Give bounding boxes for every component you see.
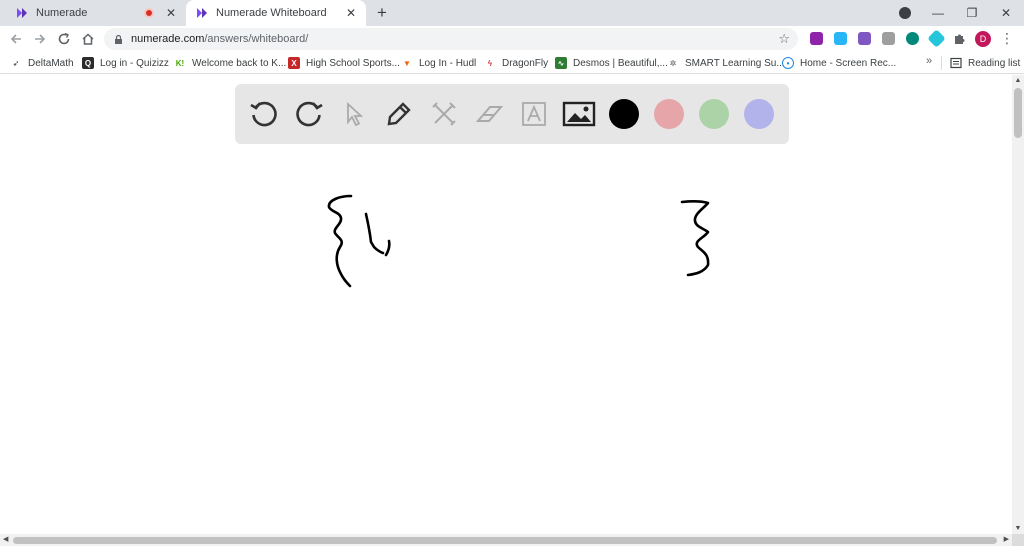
reading-list-label: Reading list bbox=[968, 57, 1021, 69]
handwritten-comma bbox=[384, 239, 391, 257]
horizontal-scroll-thumb[interactable] bbox=[13, 537, 997, 544]
recording-icon bbox=[144, 8, 154, 18]
bookmark-item[interactable]: ∿ Desmos | Beautiful,... bbox=[555, 55, 668, 71]
divider bbox=[941, 56, 942, 70]
forward-button[interactable] bbox=[30, 29, 50, 49]
scroll-up-arrow-icon[interactable]: ▲ bbox=[1012, 77, 1024, 84]
extension-icon[interactable] bbox=[927, 29, 946, 48]
restore-button[interactable]: ❐ bbox=[960, 0, 984, 26]
bookmark-label: High School Sports... bbox=[306, 57, 400, 69]
extension-icon[interactable] bbox=[882, 32, 895, 45]
bookmark-label: SMART Learning Su... bbox=[685, 57, 785, 69]
home-button[interactable] bbox=[78, 29, 98, 49]
browser-menu-icon[interactable]: ⋮ bbox=[1000, 30, 1014, 47]
quizizz-icon: Q bbox=[82, 57, 94, 69]
tab-search-button[interactable] bbox=[896, 0, 914, 26]
url-domain: numerade.com bbox=[131, 33, 205, 45]
handwritten-brace-right bbox=[680, 200, 710, 277]
profile-avatar[interactable]: D bbox=[975, 31, 991, 47]
tab-strip: Numerade ✕ Numerade Whiteboard ✕ + — ❐ ✕ bbox=[0, 0, 1024, 26]
lock-icon bbox=[115, 34, 122, 44]
address-bar[interactable]: numerade.com/answers/whiteboard/ ☆ bbox=[104, 28, 798, 50]
tab-title: Numerade bbox=[36, 7, 88, 19]
bookmark-star-icon[interactable]: ☆ bbox=[778, 31, 790, 47]
browser-toolbar: numerade.com/answers/whiteboard/ ☆ D ⋮ bbox=[0, 26, 1024, 52]
numerade-logo-icon bbox=[197, 8, 207, 18]
tab-title: Numerade Whiteboard bbox=[216, 7, 327, 19]
bookmark-label: Log In - Hudl bbox=[419, 57, 477, 69]
reading-list-icon bbox=[950, 57, 962, 69]
extension-icon[interactable] bbox=[858, 32, 871, 45]
reload-icon bbox=[58, 32, 70, 45]
highschool-sports-icon: X bbox=[288, 57, 300, 69]
url-path: /answers/whiteboard/ bbox=[204, 33, 309, 45]
close-window-button[interactable]: ✕ bbox=[994, 0, 1018, 26]
bookmark-label: DeltaMath bbox=[28, 57, 74, 69]
bookmark-label: Desmos | Beautiful,... bbox=[573, 57, 668, 69]
extension-icon[interactable] bbox=[810, 32, 823, 45]
bookmark-item[interactable]: ▼ Log In - Hudl bbox=[401, 55, 476, 71]
handwritten-stroke-one bbox=[364, 212, 385, 255]
bookmark-label: DragonFly bbox=[502, 57, 549, 69]
handwriting-strokes bbox=[327, 194, 710, 288]
handwritten-brace-left bbox=[327, 194, 353, 288]
whiteboard-canvas[interactable] bbox=[0, 75, 1012, 534]
hudl-icon: ▼ bbox=[403, 58, 411, 68]
deltamath-icon: ➶ bbox=[12, 58, 20, 68]
smart-icon: ✲ bbox=[669, 58, 677, 68]
bookmark-label: Welcome back to K... bbox=[192, 57, 287, 69]
numerade-logo-icon bbox=[17, 8, 27, 18]
tab-close-icon[interactable]: ✕ bbox=[164, 6, 178, 20]
extension-icon[interactable] bbox=[906, 32, 919, 45]
vertical-scroll-thumb[interactable] bbox=[1014, 88, 1022, 138]
tab-search-icon bbox=[899, 7, 911, 19]
tab-numerade[interactable]: Numerade ✕ bbox=[8, 0, 186, 26]
bookmark-item[interactable]: ✲ SMART Learning Su... bbox=[667, 55, 785, 71]
bookmark-item[interactable]: ➶ DeltaMath bbox=[10, 55, 74, 71]
home-icon bbox=[82, 33, 94, 45]
screen-rec-icon: • bbox=[782, 57, 794, 69]
desmos-icon: ∿ bbox=[555, 57, 567, 69]
kahoot-icon: K! bbox=[175, 58, 185, 68]
new-tab-button[interactable]: + bbox=[372, 3, 392, 23]
bookmarks-bar: ➶ DeltaMath Q Log in - Quizizz K! Welcome b… bbox=[0, 52, 1024, 74]
vertical-scrollbar[interactable]: ▲ ▼ bbox=[1012, 75, 1024, 534]
dragonfly-icon: ϟ bbox=[487, 58, 493, 68]
tab-numerade-whiteboard[interactable]: Numerade Whiteboard ✕ bbox=[186, 0, 366, 26]
scroll-down-arrow-icon[interactable]: ▼ bbox=[1012, 525, 1024, 532]
bookmark-item[interactable]: K! Welcome back to K... bbox=[174, 55, 287, 71]
bookmark-label: Home - Screen Rec... bbox=[800, 57, 897, 69]
bookmark-label: Log in - Quizizz bbox=[100, 57, 169, 69]
back-button[interactable] bbox=[6, 29, 26, 49]
scroll-right-arrow-icon[interactable]: ▶ bbox=[1004, 535, 1009, 543]
bookmarks-overflow-button[interactable]: » bbox=[926, 55, 932, 67]
extensions-puzzle-icon[interactable] bbox=[953, 32, 966, 45]
reload-button[interactable] bbox=[54, 29, 74, 49]
bookmark-item[interactable]: Q Log in - Quizizz bbox=[82, 55, 169, 71]
tab-close-icon[interactable]: ✕ bbox=[344, 6, 358, 20]
scrollbar-corner bbox=[1012, 534, 1024, 546]
bookmark-item[interactable]: • Home - Screen Rec... bbox=[782, 55, 896, 71]
scroll-left-arrow-icon[interactable]: ◀ bbox=[3, 535, 8, 543]
extension-icon[interactable] bbox=[834, 32, 847, 45]
bookmark-item[interactable]: X High School Sports... bbox=[288, 55, 400, 71]
forward-arrow-icon bbox=[35, 34, 46, 44]
back-arrow-icon bbox=[10, 34, 21, 44]
horizontal-scrollbar[interactable]: ◀ ▶ bbox=[0, 534, 1012, 546]
reading-list-button[interactable]: Reading list bbox=[950, 55, 1020, 71]
minimize-button[interactable]: — bbox=[926, 0, 950, 26]
bookmark-item[interactable]: ϟ DragonFly bbox=[484, 55, 548, 71]
